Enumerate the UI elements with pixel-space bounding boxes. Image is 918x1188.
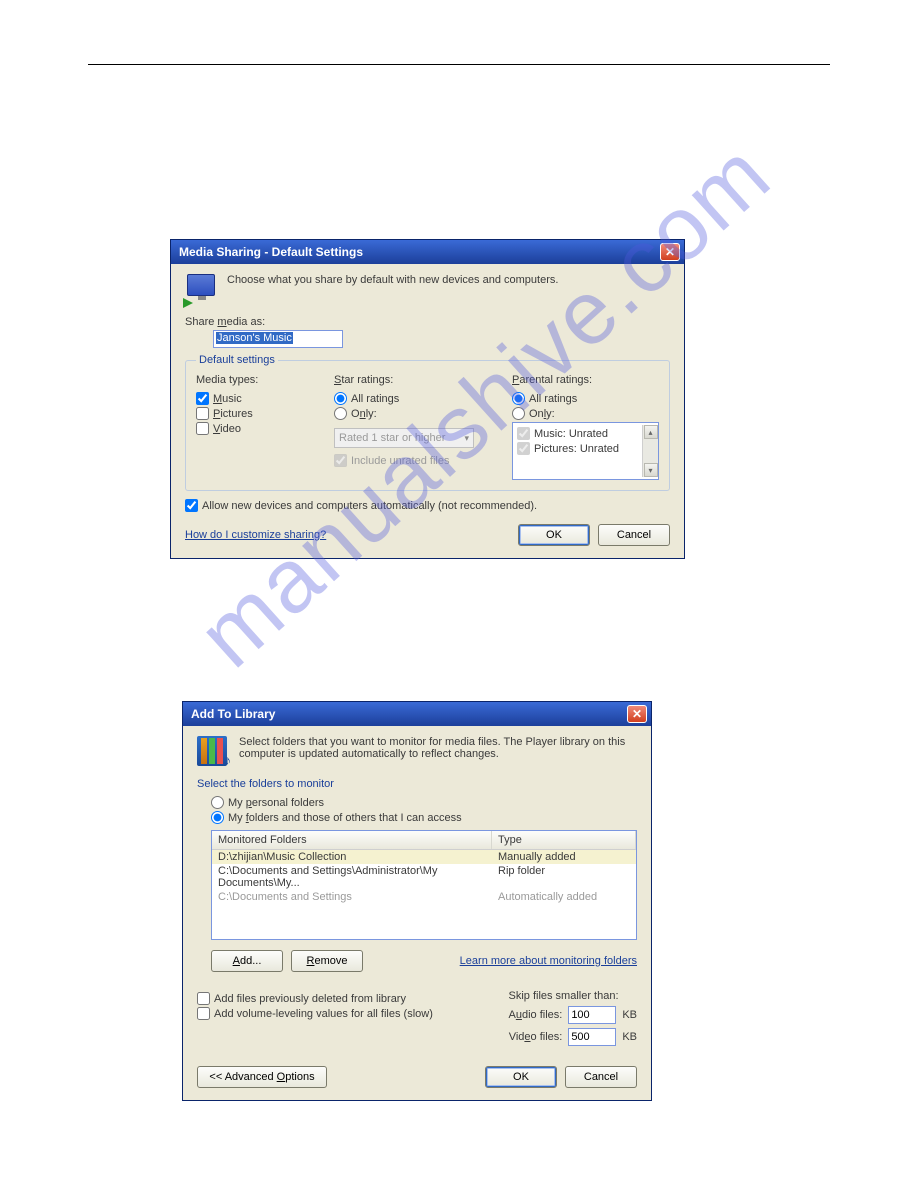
others-folders-input[interactable] — [211, 811, 224, 824]
add-to-library-dialog: Add To Library ✕ Select folders that you… — [182, 701, 652, 1101]
add-deleted-checkbox[interactable]: Add files previously deleted from librar… — [197, 992, 433, 1005]
parental-only-radio[interactable]: Only: — [512, 407, 659, 420]
music-checkbox[interactable]: Music — [196, 392, 316, 405]
include-unrated-checkbox[interactable]: Include unrated files — [334, 454, 494, 467]
share-as-value: Janson's Music — [216, 332, 293, 344]
monitored-folders-table[interactable]: Monitored Folders Type D:\zhijian\Music … — [211, 830, 637, 940]
library-icon — [197, 736, 229, 768]
video-checkbox-input[interactable] — [196, 422, 209, 435]
star-all-radio[interactable]: All ratings — [334, 392, 494, 405]
table-row[interactable]: C:\Documents and Settings Automatically … — [212, 890, 636, 904]
intro-text: Choose what you share by default with ne… — [227, 274, 558, 286]
parental-pictures-item[interactable]: Pictures: Unrated — [517, 442, 642, 455]
add-leveling-label: Add volume-leveling values for all files… — [214, 1008, 433, 1020]
media-sharing-dialog: Media Sharing - Default Settings ✕ Choos… — [170, 239, 685, 559]
pictures-checkbox[interactable]: Pictures — [196, 407, 316, 420]
parental-listbox[interactable]: Music: Unrated Pictures: Unrated ▴ ▾ — [512, 422, 659, 480]
learn-more-link[interactable]: Learn more about monitoring folders — [460, 955, 637, 967]
add-leveling-checkbox[interactable]: Add volume-leveling values for all files… — [197, 1007, 433, 1020]
audio-files-label: Audio files: — [508, 1009, 562, 1021]
monitor-share-icon — [185, 274, 217, 306]
include-unrated-label: Include unrated files — [351, 455, 449, 467]
star-rating-dropdown[interactable]: Rated 1 star or higher ▾ — [334, 428, 474, 448]
parental-all-radio[interactable]: All ratings — [512, 392, 659, 405]
add-button[interactable]: Add... — [211, 950, 283, 972]
personal-folders-input[interactable] — [211, 796, 224, 809]
skip-label: Skip files smaller than: — [508, 990, 637, 1002]
remove-button[interactable]: Remove — [291, 950, 363, 972]
cancel-button[interactable]: Cancel — [598, 524, 670, 546]
ok-button[interactable]: OK — [518, 524, 590, 546]
cancel-button[interactable]: Cancel — [565, 1066, 637, 1088]
chevron-down-icon: ▾ — [464, 433, 469, 444]
star-all-label: All ratings — [351, 393, 399, 405]
others-folders-radio[interactable]: My folders and those of others that I ca… — [211, 811, 637, 824]
scroll-up-icon[interactable]: ▴ — [644, 425, 658, 439]
dialog-title: Media Sharing - Default Settings — [179, 245, 363, 259]
allow-new-label: Allow new devices and computers automati… — [202, 500, 537, 512]
kb-label: KB — [622, 1031, 637, 1043]
parental-ratings-label: Parental ratings: — [512, 374, 659, 386]
add-deleted-label: Add files previously deleted from librar… — [214, 993, 406, 1005]
dropdown-value: Rated 1 star or higher — [339, 432, 445, 444]
group-legend: Default settings — [196, 354, 278, 366]
advanced-options-button[interactable]: << Advanced Options — [197, 1066, 327, 1088]
star-all-input[interactable] — [334, 392, 347, 405]
titlebar[interactable]: Add To Library ✕ — [183, 702, 651, 726]
share-as-input[interactable]: Janson's Music — [213, 330, 343, 348]
video-checkbox[interactable]: Video — [196, 422, 316, 435]
page-header-rule — [88, 64, 830, 65]
table-row[interactable]: D:\zhijian\Music Collection Manually add… — [212, 850, 636, 864]
intro-text: Select folders that you want to monitor … — [239, 736, 637, 760]
customize-sharing-link[interactable]: How do I customize sharing? — [185, 529, 326, 541]
parental-only-input[interactable] — [512, 407, 525, 420]
video-size-input[interactable] — [568, 1028, 616, 1046]
add-deleted-input[interactable] — [197, 992, 210, 1005]
close-icon: ✕ — [665, 245, 675, 259]
col-folders[interactable]: Monitored Folders — [212, 831, 492, 849]
share-as-label: Share media as: — [185, 316, 670, 328]
allow-new-input[interactable] — [185, 499, 198, 512]
select-folders-heading: Select the folders to monitor — [197, 778, 637, 790]
dialog-title: Add To Library — [191, 707, 275, 721]
close-button[interactable]: ✕ — [627, 705, 647, 723]
ok-button[interactable]: OK — [485, 1066, 557, 1088]
personal-folders-radio[interactable]: My personal folders — [211, 796, 637, 809]
close-icon: ✕ — [632, 707, 642, 721]
allow-new-checkbox[interactable]: Allow new devices and computers automati… — [185, 499, 670, 512]
add-leveling-input[interactable] — [197, 1007, 210, 1020]
star-only-input[interactable] — [334, 407, 347, 420]
video-files-label: Video files: — [508, 1031, 562, 1043]
default-settings-group: Default settings Media types: Music Pict… — [185, 354, 670, 491]
parental-all-input[interactable] — [512, 392, 525, 405]
parental-music-item[interactable]: Music: Unrated — [517, 427, 642, 440]
parental-all-label: All ratings — [529, 393, 577, 405]
star-ratings-label: Star ratings: — [334, 374, 494, 386]
table-row[interactable]: C:\Documents and Settings\Administrator\… — [212, 864, 636, 890]
audio-size-input[interactable] — [568, 1006, 616, 1024]
pictures-checkbox-input[interactable] — [196, 407, 209, 420]
col-type[interactable]: Type — [492, 831, 636, 849]
media-types-label: Media types: — [196, 374, 316, 386]
close-button[interactable]: ✕ — [660, 243, 680, 261]
listbox-scrollbar[interactable]: ▴ ▾ — [642, 425, 658, 477]
kb-label: KB — [622, 1009, 637, 1021]
star-only-radio[interactable]: Only: — [334, 407, 494, 420]
scroll-down-icon[interactable]: ▾ — [644, 463, 658, 477]
music-checkbox-input[interactable] — [196, 392, 209, 405]
include-unrated-input[interactable] — [334, 454, 347, 467]
titlebar[interactable]: Media Sharing - Default Settings ✕ — [171, 240, 684, 264]
